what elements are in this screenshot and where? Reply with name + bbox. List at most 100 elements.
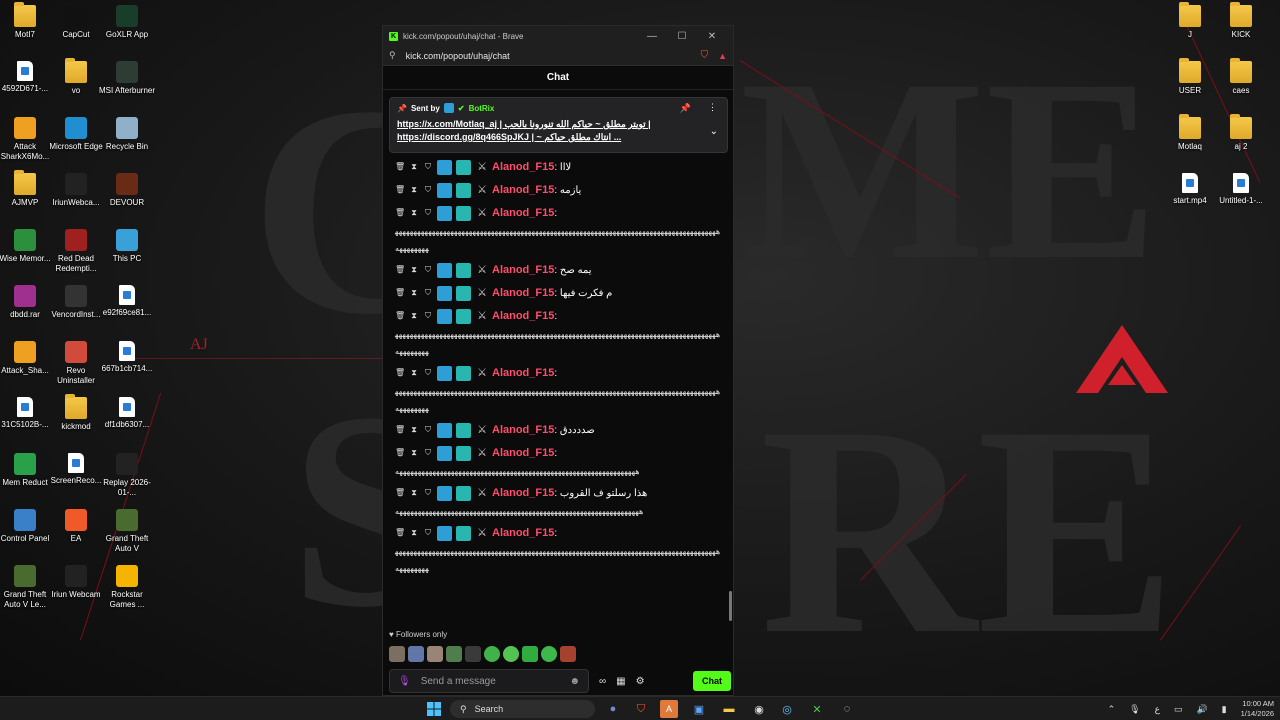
chat-message[interactable]: 🗑 ⧗ ⛉ ⚔ Alanod_F15: م فكرت فيها: [383, 282, 729, 305]
ban-icon[interactable]: ⛉: [423, 261, 433, 279]
chat-message[interactable]: 🗑 ⧗ ⛉ ⚔ Alanod_F15: يمه صح: [383, 259, 729, 282]
chevron-up-icon[interactable]: ⌃: [1108, 704, 1116, 715]
desktop-icon[interactable]: caes: [1212, 58, 1270, 96]
settings-icon[interactable]: ⚙: [636, 676, 645, 687]
microphone-tray-icon[interactable]: 🎙: [1129, 704, 1140, 715]
timeout-icon[interactable]: ⧗: [409, 204, 419, 222]
ban-icon[interactable]: ⛉: [423, 364, 433, 382]
desktop-icon[interactable]: This PC: [98, 229, 156, 264]
window-titlebar[interactable]: K kick.com/popout/uhaj/chat - Brave — ☐ …: [383, 26, 733, 46]
pinned-message[interactable]: 📌 Sent by ✔ BotRix https://x.com/Motlaq_…: [389, 97, 728, 153]
desktop-icon[interactable]: J: [1161, 2, 1219, 40]
chat-message[interactable]: 🗑 ⧗ ⛉ ⚔ Alanod_F15: يازمه: [383, 179, 729, 202]
chat-username[interactable]: Alanod_F15: [492, 161, 554, 173]
chat-message[interactable]: 🗑 ⧗ ⛉ ⚔ Alanod_F15: هههههههههههههههههههههههه…: [383, 522, 729, 579]
address-bar[interactable]: ⚲ kick.com/popout/uhaj/chat ⛉ ▲: [383, 46, 733, 66]
trash-icon[interactable]: 🗑: [395, 261, 405, 279]
desktop-icon[interactable]: Recycle Bin: [98, 117, 156, 152]
message-input[interactable]: 🎙 Send a message ☻: [389, 669, 589, 693]
chat-username[interactable]: Alanod_F15: [492, 447, 554, 459]
emote[interactable]: [465, 646, 481, 662]
desktop-icon[interactable]: Grand Theft Auto V Le...: [0, 565, 54, 610]
goxlr-icon[interactable]: ✕: [808, 700, 826, 718]
url-text[interactable]: kick.com/popout/uhaj/chat: [406, 51, 701, 61]
trash-icon[interactable]: 🗑: [395, 484, 405, 502]
ban-icon[interactable]: ⛉: [423, 444, 433, 462]
kick-points-icon[interactable]: ∞: [599, 676, 606, 687]
desktop-icon[interactable]: VencordInst...: [47, 285, 105, 320]
chat-message[interactable]: 🗑 ⧗ ⛉ ⚔ Alanod_F15: هذا رسلتو ف القروب هههههه…: [383, 482, 729, 522]
desktop-icon[interactable]: aj 2: [1212, 114, 1270, 152]
emote[interactable]: [503, 646, 519, 662]
timeout-icon[interactable]: ⧗: [409, 307, 419, 325]
desktop-icon[interactable]: Attack_Sha...: [0, 341, 54, 376]
desktop-icon[interactable]: MSI Afterburner: [98, 61, 156, 96]
chat-message[interactable]: 🗑 ⧗ ⛉ ⚔ Alanod_F15: لااا: [383, 156, 729, 179]
emote[interactable]: [427, 646, 443, 662]
start-button[interactable]: [425, 700, 443, 718]
timeout-icon[interactable]: ⧗: [409, 158, 419, 176]
chat-message[interactable]: 🗑 ⧗ ⛉ ⚔ Alanod_F15: هههههههههههههههههههههههه…: [383, 202, 729, 259]
pinned-link-line[interactable]: https://x.com/Motlaq_aj | تويتر مطلق ~ ح…: [397, 118, 697, 131]
emote[interactable]: [408, 646, 424, 662]
desktop-icon[interactable]: dbdd.rar: [0, 285, 54, 320]
timeout-icon[interactable]: ⧗: [409, 421, 419, 439]
chat-username[interactable]: Alanod_F15: [492, 424, 554, 436]
chat-username[interactable]: Alanod_F15: [492, 527, 554, 539]
webcam-icon[interactable]: ◉: [750, 700, 768, 718]
desktop-icon[interactable]: df1db6307...: [98, 397, 156, 430]
desktop-icon[interactable]: Revo Uninstaller: [47, 341, 105, 386]
battery-icon[interactable]: ▮: [1222, 704, 1227, 715]
trash-icon[interactable]: 🗑: [395, 421, 405, 439]
desktop-icon[interactable]: AJMVP: [0, 170, 54, 208]
desktop-icon[interactable]: DEVOUR: [98, 173, 156, 208]
maximize-icon[interactable]: ☐: [667, 31, 697, 42]
chat-message[interactable]: 🗑 ⧗ ⛉ ⚔ Alanod_F15: هههههههههههههههههههههههه…: [383, 362, 729, 419]
app-icon[interactable]: ▣: [690, 700, 708, 718]
chat-username[interactable]: Alanod_F15: [492, 287, 554, 299]
close-icon[interactable]: ✕: [697, 31, 727, 42]
desktop-icon[interactable]: 31C5102B-...: [0, 397, 54, 430]
microphone-icon[interactable]: 🎙: [398, 676, 411, 687]
chat-username[interactable]: Alanod_F15: [492, 310, 554, 322]
timeout-icon[interactable]: ⧗: [409, 364, 419, 382]
desktop-icon[interactable]: Wise Memor...: [0, 229, 54, 264]
ban-icon[interactable]: ⛉: [423, 307, 433, 325]
desktop-icon[interactable]: IriunWebca...: [47, 173, 105, 208]
trash-icon[interactable]: 🗑: [395, 444, 405, 462]
brave-rewards-icon[interactable]: ▲: [718, 51, 727, 61]
chat-scrollbar[interactable]: [729, 591, 732, 621]
taskbar-search[interactable]: ⚲ Search: [450, 700, 595, 718]
desktop-icon[interactable]: e92f69ce81...: [98, 285, 156, 318]
desktop-icon[interactable]: Rockstar Games ...: [98, 565, 156, 610]
desktop-icon[interactable]: 667b1cb714...: [98, 341, 156, 374]
discord-icon[interactable]: ●: [604, 700, 622, 718]
emote[interactable]: [522, 646, 538, 662]
emote[interactable]: [560, 646, 576, 662]
ban-icon[interactable]: ⛉: [423, 181, 433, 199]
trash-icon[interactable]: 🗑: [395, 284, 405, 302]
emote[interactable]: [389, 646, 405, 662]
file-explorer-icon[interactable]: ▬: [720, 700, 738, 718]
chat-username[interactable]: Alanod_F15: [492, 184, 554, 196]
emote[interactable]: [446, 646, 462, 662]
ban-icon[interactable]: ⛉: [423, 484, 433, 502]
unpin-icon[interactable]: 📌: [680, 103, 691, 114]
timeout-icon[interactable]: ⧗: [409, 181, 419, 199]
ban-icon[interactable]: ⛉: [423, 284, 433, 302]
chat-message[interactable]: 🗑 ⧗ ⛉ ⚔ Alanod_F15: هههههههههههههههههههههههه…: [383, 305, 729, 362]
desktop-icon[interactable]: kickmod: [47, 394, 105, 432]
desktop-icon[interactable]: ScreenReco...: [47, 453, 105, 486]
desktop-icon[interactable]: KICK: [1212, 2, 1270, 40]
app-icon[interactable]: ◌: [838, 700, 856, 718]
desktop-icon[interactable]: Replay 2026-01-...: [98, 453, 156, 498]
store-icon[interactable]: ▦: [616, 676, 625, 687]
trash-icon[interactable]: 🗑: [395, 158, 405, 176]
timeout-icon[interactable]: ⧗: [409, 261, 419, 279]
trash-icon[interactable]: 🗑: [395, 364, 405, 382]
timeout-icon[interactable]: ⧗: [409, 444, 419, 462]
minimize-icon[interactable]: —: [637, 31, 667, 42]
desktop-icon[interactable]: start.mp4: [1161, 173, 1219, 206]
chevron-down-icon[interactable]: ⌄: [710, 126, 718, 137]
desktop-icon[interactable]: Microsoft Edge: [47, 117, 105, 152]
